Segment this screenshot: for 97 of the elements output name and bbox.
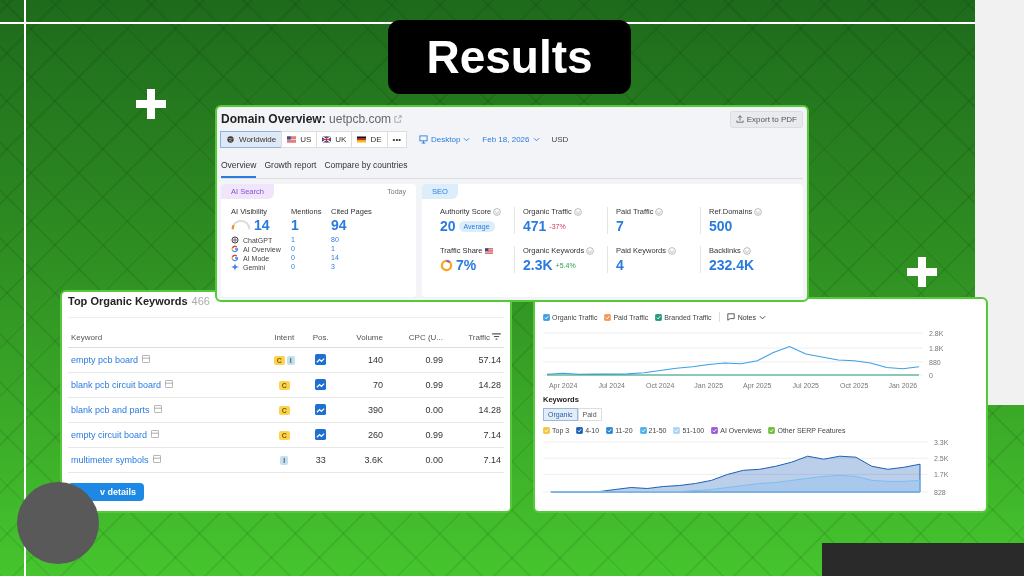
sparkle-icon (231, 263, 239, 271)
knot-icon (231, 236, 239, 244)
metric-value: 232.4K (709, 257, 755, 273)
serp-icon (165, 380, 174, 388)
table-cell: 0.00 (425, 405, 444, 415)
monitor-icon (419, 135, 428, 144)
info-icon[interactable] (742, 246, 751, 255)
column-header: Pos. (312, 333, 329, 342)
metric-value: 20 (440, 218, 456, 234)
region-button[interactable]: UK (316, 131, 353, 148)
metric-value: 14 (254, 217, 270, 233)
tab[interactable]: Compare by countries (324, 160, 408, 178)
metric-value: 7 (616, 218, 624, 234)
title-banner: Results (388, 20, 631, 94)
flag-icon (322, 136, 332, 143)
globe-icon (226, 136, 235, 143)
caret-icon (758, 314, 766, 320)
keyword-link[interactable]: blank pcb and parts (71, 405, 150, 415)
keyword-link[interactable]: empty pcb board (71, 355, 139, 365)
checkbox[interactable] (576, 427, 584, 434)
metric-value: 2.3K (523, 257, 553, 273)
date-dropdown[interactable]: Feb 18, 2026 (482, 135, 540, 144)
donut-icon (440, 258, 453, 272)
metric-value: 500 (709, 218, 733, 234)
checkbox[interactable] (711, 427, 719, 434)
checkbox[interactable] (639, 427, 647, 434)
image-icon (315, 353, 327, 365)
info-icon[interactable] (493, 207, 502, 216)
region-button[interactable]: ••• (386, 131, 407, 148)
caret-icon (532, 137, 540, 142)
metric-value: 1 (291, 217, 300, 233)
gauge-icon (231, 220, 251, 230)
image-icon (315, 378, 327, 390)
region-button[interactable]: DE (351, 131, 388, 148)
column-header: Volume (356, 333, 383, 342)
table-cell: 14.28 (478, 380, 501, 390)
serp-icon (153, 405, 162, 413)
column-header: Intent (274, 333, 295, 342)
plus-icon (136, 89, 166, 119)
tab[interactable]: Growth report (264, 160, 317, 178)
info-icon[interactable] (754, 207, 763, 216)
table-cell: 0.99 (425, 380, 444, 390)
table-cell: 57.14 (478, 355, 501, 365)
table-cell: 7.14 (483, 430, 501, 440)
info-icon[interactable] (668, 246, 677, 255)
metric-value: 7% (456, 257, 477, 273)
keyword-link[interactable]: multimeter symbols (71, 455, 149, 465)
note-icon (726, 313, 735, 321)
flag-icon (287, 136, 297, 143)
keyword-link[interactable]: empty circuit board (71, 430, 148, 440)
keyword-link[interactable]: blank pcb circuit board (71, 380, 162, 390)
table-cell: 0.99 (425, 355, 444, 365)
table-cell: 260 (367, 430, 383, 440)
metric-value: 4 (616, 257, 624, 273)
checkbox[interactable] (543, 313, 550, 321)
info-icon[interactable] (586, 246, 595, 255)
tab[interactable]: Overview (221, 160, 257, 178)
metric-value: 471 (523, 218, 547, 234)
checkbox[interactable] (606, 427, 614, 434)
image-icon (315, 428, 327, 440)
metric-value: 94 (331, 217, 348, 233)
flag-icon (357, 136, 367, 143)
table-cell: 14.28 (478, 405, 501, 415)
page-title: Domain Overview: uetpcb.com (221, 112, 392, 126)
region-button[interactable]: US (281, 131, 318, 148)
serp-icon (152, 455, 161, 463)
keyword-count: 466 (191, 295, 210, 307)
column-header: Traffic (468, 333, 490, 342)
checkbox[interactable] (655, 313, 663, 321)
table-cell: 33 (315, 455, 326, 465)
upload-icon (735, 115, 744, 123)
device-dropdown[interactable]: Desktop (419, 135, 471, 144)
plus-icon (907, 257, 937, 287)
sort-icon[interactable] (492, 333, 501, 340)
table-cell: 0.00 (425, 455, 444, 465)
region-button[interactable]: Worldwide (220, 131, 283, 148)
info-icon[interactable] (573, 207, 582, 216)
table-cell: 70 (372, 380, 383, 390)
checkbox[interactable] (768, 427, 776, 434)
table-cell: 140 (367, 355, 383, 365)
card-title: Top Organic Keywords (68, 295, 188, 307)
external-link-icon[interactable] (394, 115, 403, 123)
column-header: Keyword (71, 333, 103, 342)
checkbox[interactable] (604, 313, 612, 321)
info-icon[interactable] (655, 207, 664, 216)
serp-icon (142, 355, 151, 363)
serp-icon (151, 430, 160, 438)
table-cell: 7.14 (483, 455, 501, 465)
table-cell: 3.6K (364, 455, 383, 465)
flag-icon (484, 247, 493, 254)
export-button[interactable]: Export to PDF (729, 110, 803, 128)
image-icon (315, 403, 327, 415)
column-header: CPC (U... (408, 333, 444, 342)
table-cell: 0.99 (425, 430, 444, 440)
currency-label: USD (551, 135, 569, 144)
caret-icon (463, 137, 471, 142)
table-cell: 390 (367, 405, 383, 415)
